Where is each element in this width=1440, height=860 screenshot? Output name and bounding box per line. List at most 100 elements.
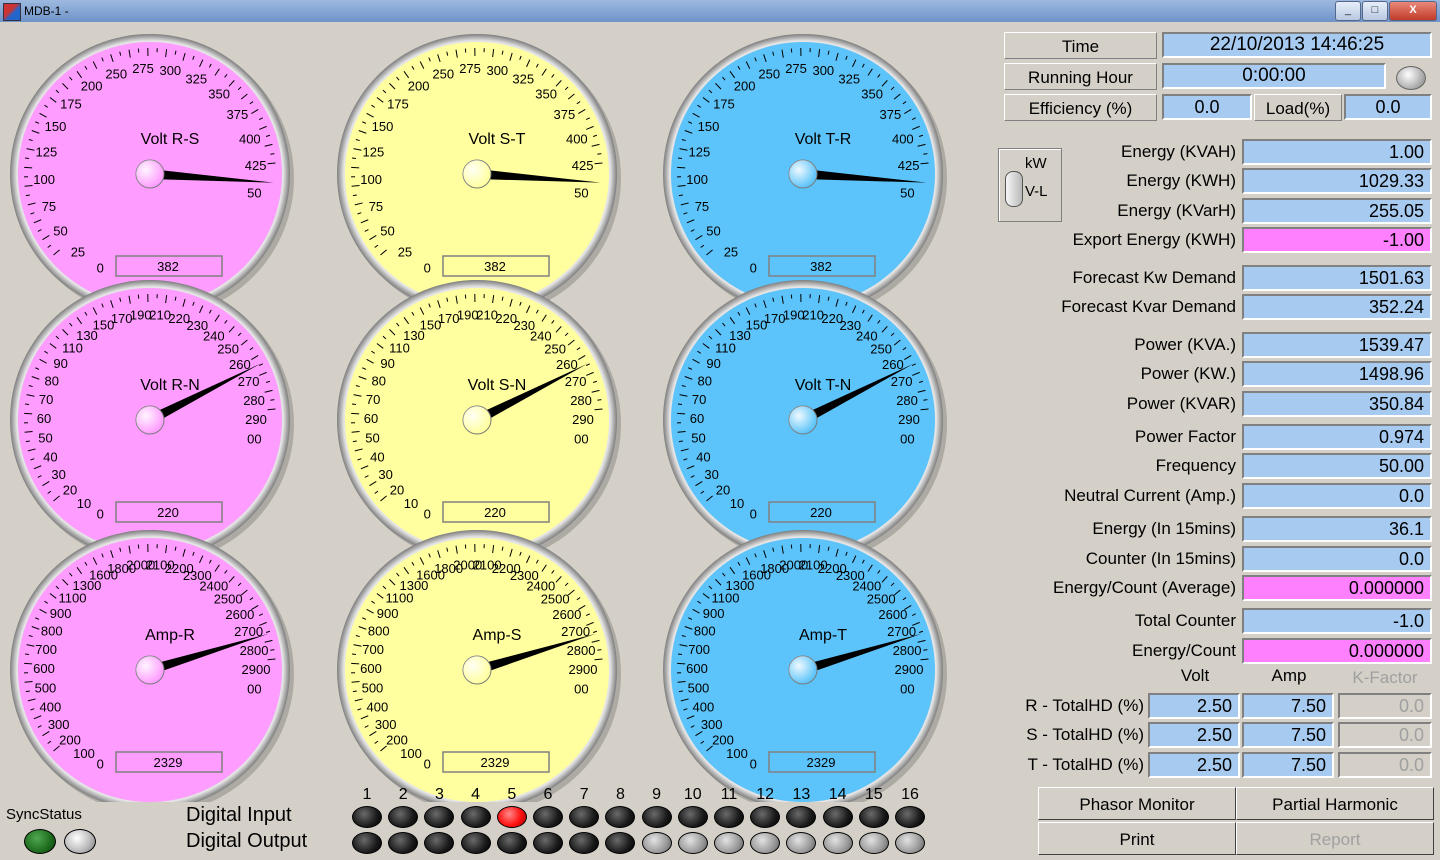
channel-number: 13 <box>792 786 811 803</box>
gauge-tick-label: 50 <box>900 185 914 200</box>
reading-label: Forecast Kw Demand <box>1072 268 1236 287</box>
channel-number: 6 <box>543 786 553 803</box>
gauge-tick-label: 2500 <box>214 591 243 606</box>
thd-k-value: 0.0 <box>1338 693 1432 719</box>
gauge-tick-label: 60 <box>690 411 704 426</box>
gauge-tick-label: 700 <box>688 642 710 657</box>
gauge-tick-label: 2800 <box>240 643 269 658</box>
gauge-grid: 0255075100125150175200250 275 300325350375… <box>10 34 947 802</box>
digital-output-led <box>822 832 853 854</box>
gauge-tick-label: 350 <box>861 87 883 102</box>
running-hour-label: Running Hour <box>1004 63 1157 90</box>
gauge-tick-label: 70 <box>366 392 380 407</box>
gauge-tick-label: 175 <box>713 96 735 111</box>
digital-output-led <box>424 832 455 854</box>
gauge-tick-label: 30 <box>378 467 392 482</box>
gauge-tick-label: 300 <box>701 717 723 732</box>
gauge-tick-label: 400 <box>239 131 261 146</box>
thd-k-value: 0.0 <box>1338 752 1432 778</box>
digital-input-led <box>605 806 636 828</box>
gauge-tick-label: 250 <box>758 67 780 82</box>
digital-output-led <box>352 832 382 854</box>
gauge-tick-label: 2900 <box>242 662 271 677</box>
report-button[interactable]: Report <box>1236 822 1434 855</box>
gauge-tick-label: 0 <box>750 507 757 522</box>
digital-output-led <box>533 832 563 854</box>
maximize-button[interactable]: □ <box>1362 1 1388 21</box>
gauge-tick-label: 00 <box>574 681 588 696</box>
gauge-tick-label: 00 <box>247 431 261 446</box>
gauge-tick-label: 200 <box>81 79 103 94</box>
gauge-tick-label: 10 <box>730 496 744 511</box>
digital-input-led <box>858 806 889 828</box>
digital-output-led <box>677 832 708 854</box>
channel-number: 8 <box>615 786 625 803</box>
gauge-tick-label: 275 <box>132 61 154 76</box>
channel-number: 9 <box>652 786 662 803</box>
channel-number: 5 <box>507 786 517 803</box>
gauge-tick-label: 425 <box>245 158 267 173</box>
gauge: 0 25 50 75 100 125 150 175 200250 275 300 325350 375… <box>10 34 294 318</box>
reading-label: Energy (KVarH) <box>1117 201 1236 220</box>
gauge-tick-label: 250 <box>544 341 566 356</box>
reading-value: 0.000000 <box>1242 575 1432 601</box>
digital-input-led <box>714 806 744 828</box>
gauge-readout: 382 <box>157 259 179 274</box>
gauge-tick-label: 0 <box>750 261 757 276</box>
digital-input-led <box>496 806 527 828</box>
reading-label: Frequency <box>1155 456 1236 475</box>
reading-label: Energy/Count (Average) <box>1052 578 1236 597</box>
gauge-tick-label: 2800 <box>893 643 922 658</box>
digital-input-led <box>424 806 455 828</box>
reading-label: Energy (KWH) <box>1126 171 1236 190</box>
gauge-tick-label: 70 <box>692 392 706 407</box>
channel-number: 10 <box>683 786 702 803</box>
gauge-tick-label: 700 <box>35 642 57 657</box>
digital-input-led <box>895 806 925 828</box>
gauge-tick-label: 400 <box>40 699 62 714</box>
gauge-tick-label: 325 <box>838 72 860 87</box>
print-button[interactable]: Print <box>1038 822 1236 855</box>
reading-label: Power Factor <box>1134 427 1236 446</box>
gauge-title: Volt S-N <box>468 377 527 394</box>
thd-row-label: R - TotalHD (%) <box>1025 696 1144 715</box>
gauge-tick-label: 250 <box>870 341 892 356</box>
channel-number: 12 <box>756 786 775 803</box>
gauge-tick-label: 2500 <box>867 591 896 606</box>
gauge-tick-label: 290 <box>572 412 594 427</box>
gauge-tick-label: 200 <box>408 79 430 94</box>
thd-volt-value: 2.50 <box>1148 693 1240 719</box>
gauge: 0 25 50 75 100 125 150 175 200250 275 300 325350 375… <box>337 34 621 318</box>
reading-value: 1.00 <box>1242 139 1432 165</box>
thd-volt-value: 2.50 <box>1148 752 1240 778</box>
gauge-tick-label: 800 <box>694 623 716 638</box>
gauge-tick-label: 100 <box>33 172 55 187</box>
gauge-tick-label: 400 <box>566 131 588 146</box>
time-label: Time <box>1004 32 1157 59</box>
reading-value: 0.000000 <box>1242 638 1432 664</box>
gauge-tick-label: 75 <box>369 199 383 214</box>
gauge-tick-label: 375 <box>227 107 249 122</box>
thd-volt-value: 2.50 <box>1148 722 1240 748</box>
gauge-tick-label: 300 <box>486 63 508 78</box>
gauge-readout: 2329 <box>807 755 836 770</box>
close-button[interactable]: X <box>1389 1 1437 21</box>
digital-output-led <box>460 832 491 854</box>
reading-value: -1.0 <box>1242 608 1432 634</box>
gauge-tick-label: 50 <box>38 430 52 445</box>
gauge-tick-label: 150 <box>698 119 720 134</box>
partial-harmonic-button[interactable]: Partial Harmonic <box>1236 787 1434 820</box>
gauge-tick-label: 50 <box>574 185 588 200</box>
reading-value: 0.0 <box>1242 546 1432 572</box>
gauge: 0102030405060708090110130150170190210220… <box>337 280 621 564</box>
gauge-tick-label: 00 <box>900 431 914 446</box>
digital-output-led <box>858 832 889 854</box>
gauge-tick-label: 00 <box>900 681 914 696</box>
phasor-monitor-button[interactable]: Phasor Monitor <box>1038 787 1236 820</box>
gauge-tick-label: 50 <box>706 224 720 239</box>
gauge-tick-label: 75 <box>42 199 56 214</box>
minimize-button[interactable]: _ <box>1335 1 1361 21</box>
reading-value: 36.1 <box>1242 516 1432 542</box>
gauge-tick-label: 300 <box>159 63 181 78</box>
gauge-tick-label: 125 <box>689 145 711 160</box>
